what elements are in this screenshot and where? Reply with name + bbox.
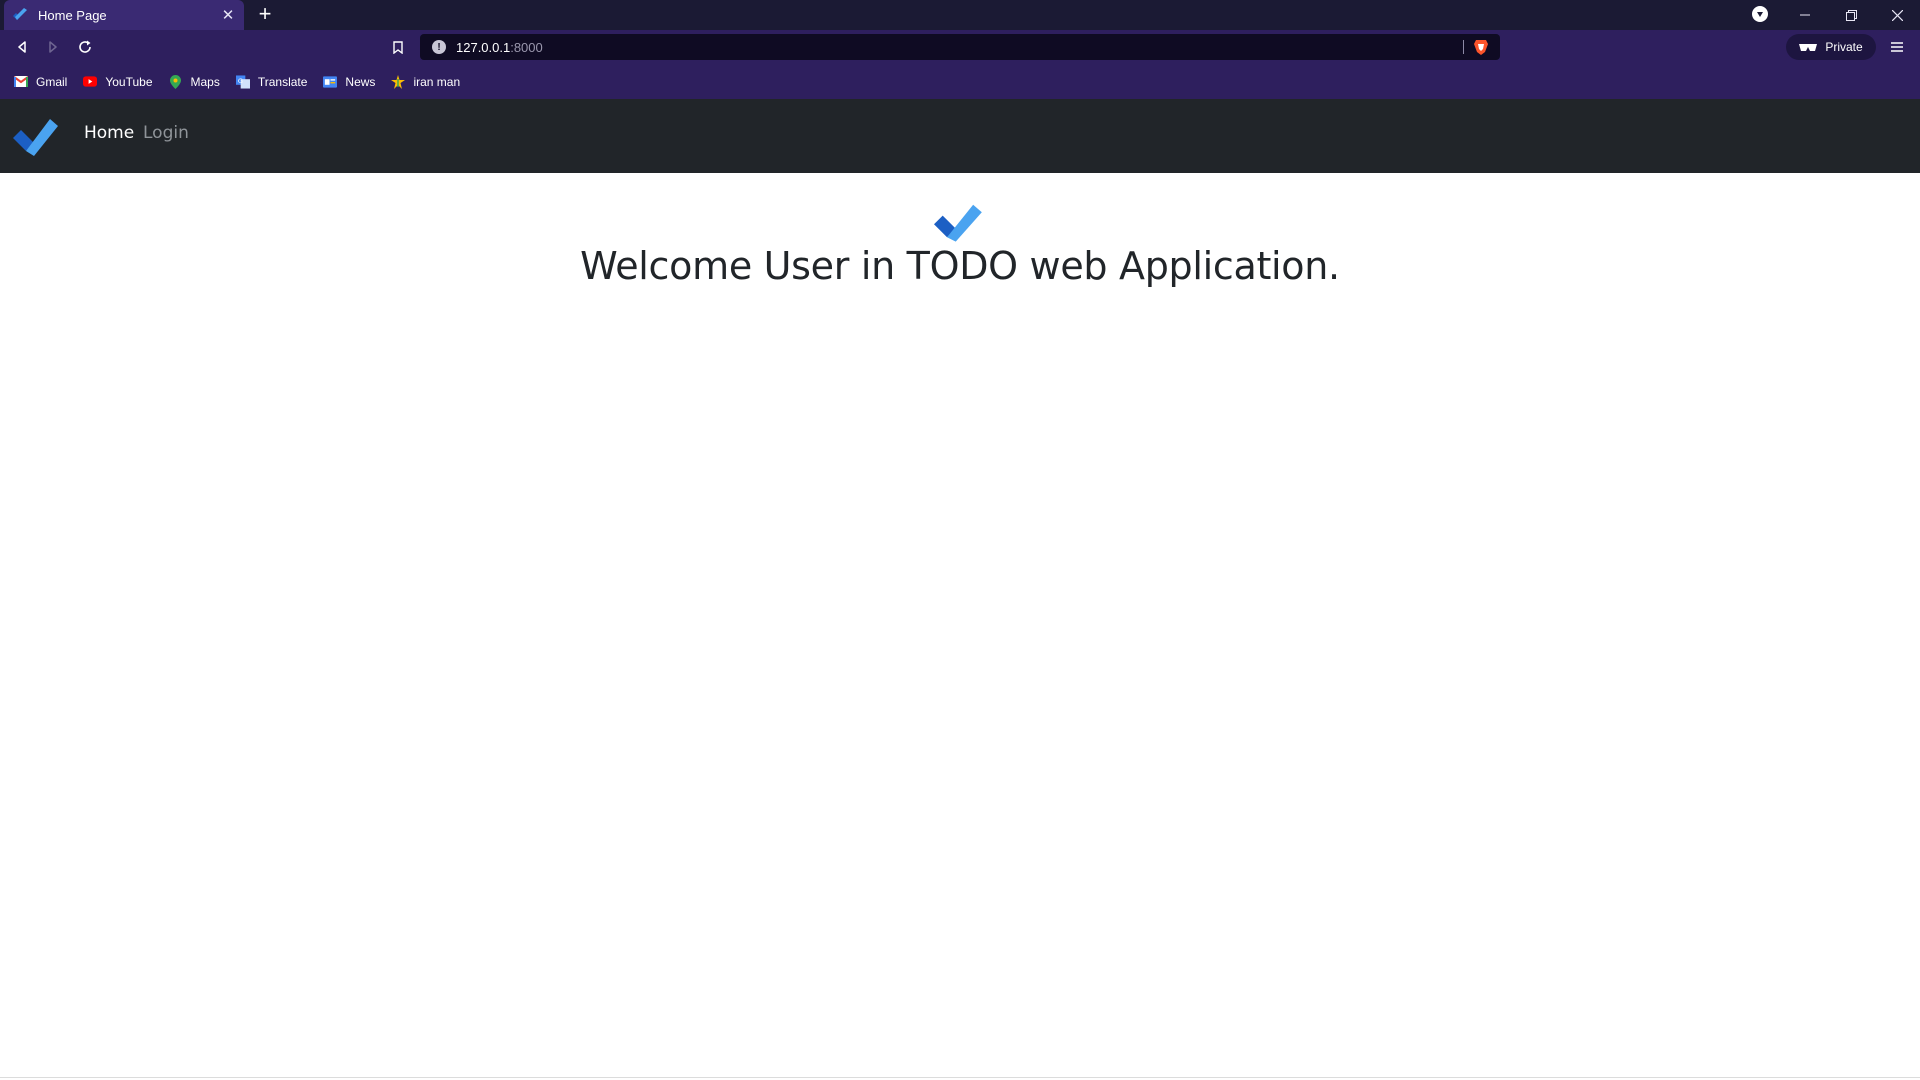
- address-bar[interactable]: ! 127.0.0.1:8000: [420, 34, 1500, 60]
- url-port: :8000: [510, 39, 543, 55]
- bookmarks-bar: Gmail YouTube Maps G Translate News iran…: [0, 64, 1920, 99]
- downloads-icon[interactable]: [1752, 6, 1768, 22]
- private-label: Private: [1825, 40, 1863, 54]
- nav-link-login[interactable]: Login: [143, 123, 189, 143]
- bookmark-youtube[interactable]: YouTube: [83, 74, 153, 89]
- restore-button[interactable]: [1828, 0, 1874, 30]
- browser-titlebar: Home Page ✕ +: [0, 0, 1920, 30]
- bookmark-gmail[interactable]: Gmail: [14, 75, 67, 89]
- reload-icon[interactable]: [76, 38, 94, 56]
- youtube-icon: [83, 75, 98, 89]
- close-tab-icon[interactable]: ✕: [220, 7, 236, 24]
- tab-home-page[interactable]: Home Page ✕: [4, 0, 244, 30]
- bookmark-label: Maps: [190, 74, 220, 89]
- bookmark-star-icon: [391, 74, 406, 89]
- bookmark-label: YouTube: [105, 74, 153, 89]
- todo-hero-logo-icon: [934, 200, 984, 242]
- bookmark-label: News: [345, 74, 376, 89]
- urlbar-divider: [1463, 40, 1464, 54]
- url-host: 127.0.0.1: [456, 39, 511, 55]
- bottom-divider: [0, 1077, 1920, 1078]
- minimize-button[interactable]: [1782, 0, 1828, 30]
- hamburger-menu-icon[interactable]: [1888, 38, 1906, 56]
- bookmark-maps[interactable]: Maps: [169, 74, 220, 89]
- page-title: Welcome User in TODO web Application.: [580, 244, 1340, 288]
- todo-logo-icon[interactable]: [12, 114, 58, 156]
- gmail-icon: [14, 75, 28, 89]
- close-window-button[interactable]: [1874, 0, 1920, 30]
- bookmark-iran-man[interactable]: iran man: [391, 74, 461, 89]
- tab-title: Home Page: [38, 7, 107, 23]
- bookmark-translate[interactable]: G Translate: [235, 74, 308, 89]
- new-tab-button[interactable]: +: [254, 3, 276, 26]
- bookmark-label: Translate: [257, 74, 308, 89]
- news-icon: [323, 75, 338, 89]
- bookmark-label: iran man: [413, 74, 461, 89]
- forward-arrow-icon[interactable]: [44, 38, 62, 56]
- window-controls: [1782, 0, 1920, 30]
- bookmark-label: Gmail: [36, 74, 68, 89]
- translate-icon: G: [235, 74, 250, 89]
- bookmark-page-icon[interactable]: [389, 38, 407, 56]
- maps-icon: [169, 74, 183, 89]
- brave-shields-icon[interactable]: [1472, 38, 1490, 56]
- site-navbar: Home Login: [0, 99, 1920, 173]
- browser-toolbar: ! 127.0.0.1:8000 Private: [0, 30, 1920, 64]
- private-window-badge[interactable]: Private: [1786, 34, 1876, 60]
- nav-link-home[interactable]: Home: [84, 123, 134, 143]
- site-info-icon[interactable]: !: [432, 40, 446, 54]
- svg-text:G: G: [238, 76, 243, 84]
- private-mask-icon: [1799, 42, 1818, 52]
- bookmark-news[interactable]: News: [323, 75, 375, 89]
- todo-check-favicon-icon: [12, 7, 28, 23]
- back-arrow-icon[interactable]: [13, 38, 31, 56]
